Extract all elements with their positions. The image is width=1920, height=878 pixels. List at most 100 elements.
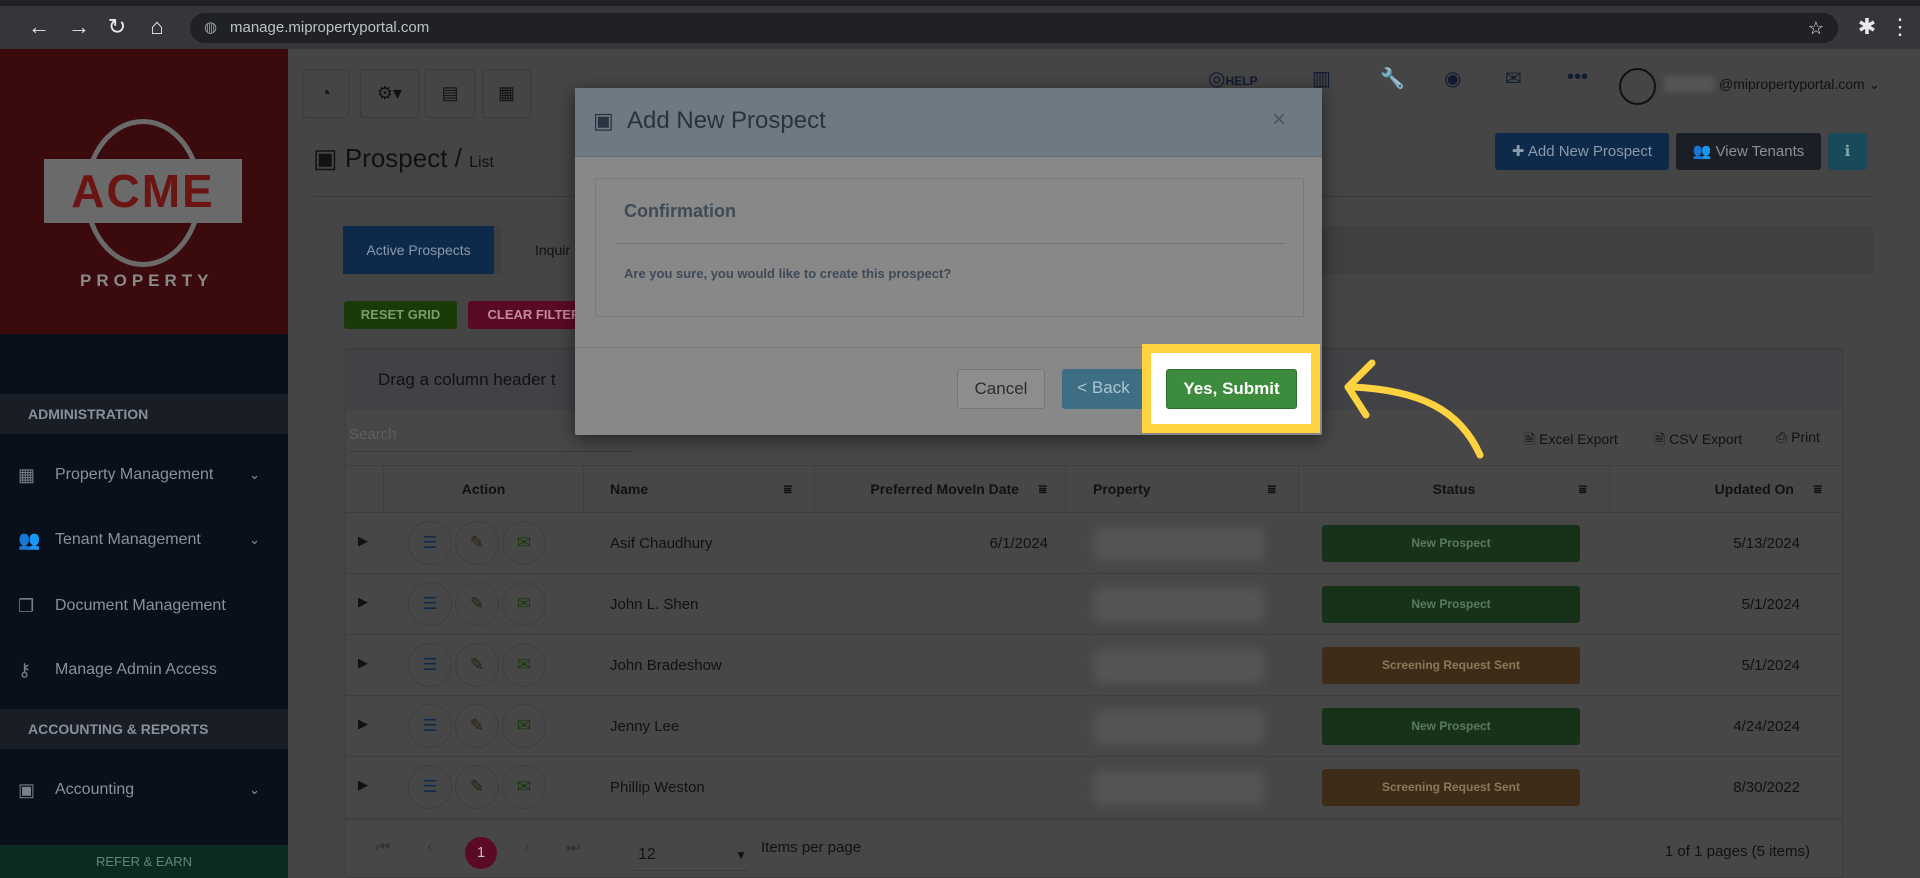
home-icon[interactable]: ⌂: [142, 14, 172, 40]
edit-button[interactable]: ✎: [455, 643, 499, 687]
contact-card-icon: ▣: [313, 143, 338, 173]
bookmark-star-icon[interactable]: ☆: [1808, 13, 1824, 43]
dashboard-button[interactable]: ◔: [302, 69, 349, 118]
add-new-prospect-button[interactable]: ✚ Add New Prospect: [1495, 133, 1669, 170]
email-button[interactable]: ✉: [502, 521, 546, 565]
lifebuoy-icon: ◎: [1208, 68, 1226, 90]
pager-nav-next[interactable]: › ⏭: [524, 839, 580, 857]
users-icon: 👥: [1692, 143, 1712, 160]
table-row[interactable]: ▶ ☰ ✎ ✉ John L. Shen New Prospect 5/1/20…: [346, 574, 1844, 635]
table-row[interactable]: ▶ ☰ ✎ ✉ John Bradeshow Screening Request…: [346, 635, 1844, 696]
mail-icon: ✉: [516, 533, 532, 552]
back-button[interactable]: < Back: [1062, 369, 1145, 409]
updated-on: 5/13/2024: [1733, 535, 1800, 552]
edit-button[interactable]: ✎: [455, 582, 499, 626]
more-icon[interactable]: •••: [1567, 66, 1588, 89]
expand-row-icon[interactable]: ▶: [358, 533, 368, 549]
chevron-down-icon: ⌄: [249, 467, 260, 482]
filter-icon[interactable]: ⩸: [1578, 466, 1587, 513]
reset-grid-button[interactable]: RESET GRID: [344, 301, 457, 329]
close-icon[interactable]: ×: [1272, 106, 1286, 134]
forward-icon[interactable]: →: [64, 14, 94, 40]
sidebar-item-manage-admin-access[interactable]: ⚷ Manage Admin Access: [0, 650, 288, 690]
sidebar-item-document-management[interactable]: ❐ Document Management: [0, 586, 288, 626]
expand-row-icon[interactable]: ▶: [358, 594, 368, 610]
edit-button[interactable]: ✎: [455, 521, 499, 565]
calculator-button[interactable]: ▦: [482, 69, 531, 118]
avatar[interactable]: [1619, 68, 1656, 105]
settings-button[interactable]: ⚙▾: [360, 69, 419, 118]
refer-earn-button[interactable]: REFER & EARN: [0, 845, 288, 878]
user-email[interactable]: @mipropertyportal.com ⌄: [1719, 76, 1880, 93]
sidebar-item-property-management[interactable]: ▦ Property Management ⌄: [0, 455, 288, 495]
expand-row-icon[interactable]: ▶: [358, 655, 368, 671]
info-button[interactable]: ℹ: [1828, 133, 1867, 170]
column-header-name[interactable]: Name ⩸: [584, 466, 815, 513]
list-icon: ☰: [422, 594, 438, 613]
column-header-updated[interactable]: Updated On ⩸: [1610, 466, 1844, 513]
table-row[interactable]: ▶ ☰ ✎ ✉ Phillip Weston Screening Request…: [346, 757, 1844, 818]
view-tenants-button[interactable]: 👥 View Tenants: [1676, 133, 1821, 170]
pager-nav[interactable]: ⏮ ‹: [376, 839, 432, 857]
edit-button[interactable]: ✎: [455, 765, 499, 809]
info-icon: ℹ: [1844, 143, 1851, 160]
label: Accounting: [55, 781, 135, 798]
confirmation-panel: Confirmation Are you sure, you would lik…: [595, 178, 1304, 317]
eye-icon[interactable]: ◉: [1444, 66, 1461, 91]
prospect-name: Asif Chaudhury: [610, 535, 713, 552]
tab-active-prospects[interactable]: Active Prospects: [343, 226, 494, 274]
list-icon: ☰: [422, 533, 438, 552]
page-1-button[interactable]: 1: [465, 837, 497, 869]
email-button[interactable]: ✉: [502, 582, 546, 626]
email-button[interactable]: ✉: [502, 765, 546, 809]
table-row[interactable]: ▶ ☰ ✎ ✉ Jenny Lee New Prospect 4/24/2024: [346, 696, 1844, 757]
details-button[interactable]: ☰: [408, 521, 452, 565]
sidebar-item-accounting[interactable]: ▣ Accounting ⌄: [0, 770, 288, 810]
pager-summary: 1 of 1 pages (5 items): [1664, 843, 1810, 860]
yes-submit-button[interactable]: Yes, Submit: [1166, 369, 1297, 409]
pencil-icon: ✎: [469, 655, 485, 674]
column-header-movein[interactable]: Preferred MoveIn Date ⩸: [815, 466, 1066, 513]
browser-toolbar: ← → ↻ ⌂ ◍ manage.mipropertyportal.com ☆ ✱ …: [0, 0, 1920, 49]
status-badge: New Prospect: [1322, 708, 1580, 745]
list-icon: ☰: [422, 777, 438, 796]
csv-export[interactable]: 🗎 CSV Export: [1654, 429, 1742, 453]
details-button[interactable]: ☰: [408, 765, 452, 809]
address-bar[interactable]: ◍ manage.mipropertyportal.com ☆: [190, 13, 1838, 43]
filter-icon[interactable]: ⩸: [783, 466, 792, 513]
table-row[interactable]: ▶ ☰ ✎ ✉ Asif Chaudhury 6/1/2024 New Pros…: [346, 513, 1844, 574]
wrench-icon[interactable]: 🔧: [1380, 66, 1405, 91]
column-header-status[interactable]: Status ⩸: [1299, 466, 1610, 513]
reload-icon[interactable]: ↻: [102, 14, 132, 40]
details-button[interactable]: ☰: [408, 643, 452, 687]
mail-icon: ✉: [516, 594, 532, 613]
email-button[interactable]: ✉: [502, 643, 546, 687]
globe-icon: ◍: [204, 19, 218, 36]
menu-icon[interactable]: ⋮: [1885, 14, 1915, 40]
filter-icon[interactable]: ⩸: [1267, 466, 1276, 513]
column-header-property[interactable]: Property ⩸: [1066, 466, 1299, 513]
mail-icon[interactable]: ✉: [1505, 66, 1522, 91]
expand-row-icon[interactable]: ▶: [358, 777, 368, 793]
dashboard-icon: ◔: [320, 83, 331, 103]
filter-icon[interactable]: ⩸: [1813, 466, 1822, 513]
expand-row-icon[interactable]: ▶: [358, 716, 368, 732]
label: View Tenants: [1715, 143, 1805, 160]
confirmation-heading: Confirmation: [624, 201, 736, 221]
cancel-button[interactable]: Cancel: [957, 369, 1045, 409]
excel-export[interactable]: 🗎 Excel Export: [1524, 429, 1618, 453]
details-button[interactable]: ☰: [408, 704, 452, 748]
sidebar-item-tenant-management[interactable]: 👥 Tenant Management ⌄: [0, 520, 288, 560]
logo[interactable]: ACME PROPERTY: [0, 49, 288, 334]
edit-button[interactable]: ✎: [455, 704, 499, 748]
calendar-button[interactable]: ▤: [425, 69, 475, 118]
details-button[interactable]: ☰: [408, 582, 452, 626]
print-button[interactable]: ⎙ Print: [1776, 429, 1820, 446]
filter-icon[interactable]: ⩸: [1038, 466, 1047, 513]
extensions-icon[interactable]: ✱: [1852, 14, 1882, 40]
calculator-icon: ▦: [497, 83, 515, 103]
page-size-select[interactable]: 12 ▼: [634, 839, 749, 871]
contact-card-icon: ▣: [593, 108, 614, 133]
email-button[interactable]: ✉: [502, 704, 546, 748]
back-icon[interactable]: ←: [24, 14, 54, 40]
